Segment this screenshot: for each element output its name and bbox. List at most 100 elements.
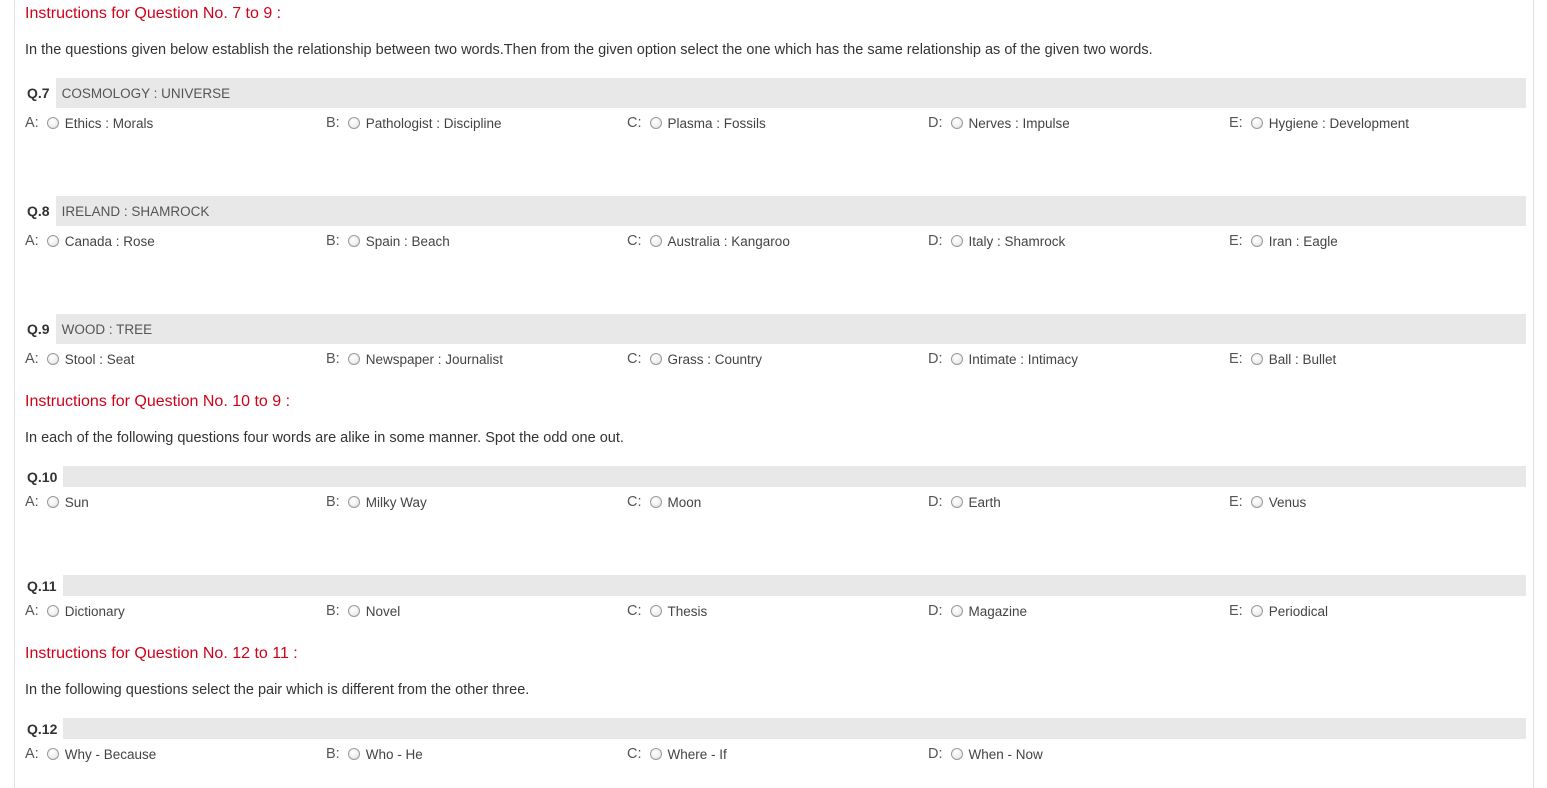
radio-button[interactable]: [46, 605, 59, 617]
instructions-text: In the questions given below establish t…: [25, 42, 1153, 58]
radio-button[interactable]: [649, 235, 662, 247]
question-header-q12: Q.12: [25, 718, 1526, 739]
radio-button[interactable]: [1250, 605, 1263, 617]
option-q11-b[interactable]: B: Novel: [326, 603, 400, 619]
radio-button[interactable]: [649, 117, 662, 129]
option-letter: D:: [928, 351, 943, 367]
option-text: Australia : Kangaroo: [667, 233, 790, 249]
option-q11-c[interactable]: C: Thesis: [627, 603, 707, 619]
option-q12-d[interactable]: D: When - Now: [928, 746, 1043, 762]
option-q10-a[interactable]: A: Sun: [25, 494, 89, 510]
radio-button[interactable]: [950, 748, 963, 760]
radio-button[interactable]: [950, 496, 963, 508]
option-letter: E:: [1229, 115, 1243, 131]
radio-button[interactable]: [46, 235, 59, 247]
radio-button[interactable]: [1250, 235, 1263, 247]
option-letter: D:: [928, 746, 943, 762]
radio-button[interactable]: [649, 353, 662, 365]
radio-button[interactable]: [649, 748, 662, 760]
option-letter: E:: [1229, 603, 1243, 619]
option-letter: A:: [25, 603, 39, 619]
radio-button[interactable]: [46, 748, 59, 760]
radio-button[interactable]: [1250, 496, 1263, 508]
option-q10-e[interactable]: E: Venus: [1229, 494, 1306, 510]
option-letter: C:: [627, 603, 642, 619]
option-letter: C:: [627, 351, 642, 367]
instructions-title: Instructions for Question No. 7 to 9 :: [25, 5, 282, 22]
option-text: Canada : Rose: [64, 233, 155, 249]
radio-button[interactable]: [347, 496, 360, 508]
option-q9-d[interactable]: D: Intimate : Intimacy: [928, 351, 1078, 367]
option-q8-b[interactable]: B: Spain : Beach: [326, 233, 450, 249]
option-q8-c[interactable]: C: Australia : Kangaroo: [627, 233, 790, 249]
option-q12-a[interactable]: A: Why - Because: [25, 746, 156, 762]
option-text: Thesis: [667, 603, 708, 619]
option-q8-e[interactable]: E: Iran : Eagle: [1229, 233, 1338, 249]
option-letter: C:: [627, 233, 642, 249]
option-letter: A:: [25, 233, 39, 249]
option-text: Grass : Country: [667, 351, 763, 367]
option-letter: B:: [326, 494, 340, 510]
option-text: Magazine: [968, 603, 1028, 619]
radio-button[interactable]: [649, 496, 662, 508]
option-letter: B:: [326, 233, 340, 249]
option-q10-d[interactable]: D: Earth: [928, 494, 1001, 510]
option-q7-d[interactable]: D: Nerves : Impulse: [928, 115, 1070, 131]
question-header-q7: Q.7 COSMOLOGY : UNIVERSE: [25, 78, 1526, 108]
option-letter: D:: [928, 603, 943, 619]
radio-button[interactable]: [649, 605, 662, 617]
option-q9-e[interactable]: E: Ball : Bullet: [1229, 351, 1336, 367]
option-text: When - Now: [968, 746, 1043, 762]
option-q11-d[interactable]: D: Magazine: [928, 603, 1027, 619]
option-q10-b[interactable]: B: Milky Way: [326, 494, 427, 510]
option-letter: A:: [25, 494, 39, 510]
option-q9-b[interactable]: B: Newspaper : Journalist: [326, 351, 503, 367]
radio-button[interactable]: [347, 117, 360, 129]
option-letter: C:: [627, 494, 642, 510]
option-q7-a[interactable]: A: Ethics : Morals: [25, 115, 153, 131]
radio-button[interactable]: [46, 496, 59, 508]
option-q12-c[interactable]: C: Where - If: [627, 746, 727, 762]
option-letter: D:: [928, 233, 943, 249]
instructions-title: Instructions for Question No. 10 to 9 :: [25, 393, 291, 410]
radio-button[interactable]: [347, 235, 360, 247]
question-number: Q.10: [25, 466, 64, 487]
option-q8-a[interactable]: A: Canada : Rose: [25, 233, 155, 249]
option-q9-a[interactable]: A: Stool : Seat: [25, 351, 135, 367]
option-q7-e[interactable]: E: Hygiene : Development: [1229, 115, 1409, 131]
radio-button[interactable]: [950, 117, 963, 129]
radio-button[interactable]: [950, 353, 963, 365]
option-q7-c[interactable]: C: Plasma : Fossils: [627, 115, 766, 131]
option-text: Periodical: [1268, 603, 1328, 619]
option-q11-e[interactable]: E: Periodical: [1229, 603, 1328, 619]
question-number: Q.12: [25, 718, 64, 739]
radio-button[interactable]: [347, 353, 360, 365]
radio-button[interactable]: [46, 117, 59, 129]
option-q10-c[interactable]: C: Moon: [627, 494, 701, 510]
option-q7-b[interactable]: B: Pathologist : Discipline: [326, 115, 502, 131]
option-q12-b[interactable]: B: Who - He: [326, 746, 423, 762]
question-number: Q.7: [25, 78, 56, 108]
option-letter: A:: [25, 115, 39, 131]
question-number: Q.9: [25, 314, 56, 344]
radio-button[interactable]: [347, 605, 360, 617]
option-letter: A:: [25, 746, 39, 762]
option-q11-a[interactable]: A: Dictionary: [25, 603, 125, 619]
radio-button[interactable]: [46, 353, 59, 365]
option-letter: E:: [1229, 494, 1243, 510]
option-letter: E:: [1229, 233, 1243, 249]
question-header-q11: Q.11: [25, 575, 1526, 596]
option-q8-d[interactable]: D: Italy : Shamrock: [928, 233, 1065, 249]
option-q9-c[interactable]: C: Grass : Country: [627, 351, 762, 367]
option-text: Stool : Seat: [64, 351, 135, 367]
radio-button[interactable]: [347, 748, 360, 760]
option-text: Nerves : Impulse: [968, 115, 1070, 131]
radio-button[interactable]: [950, 605, 963, 617]
question-header-q10: Q.10: [25, 466, 1526, 487]
radio-button[interactable]: [1250, 117, 1263, 129]
option-text: Dictionary: [64, 603, 125, 619]
radio-button[interactable]: [950, 235, 963, 247]
option-text: Milky Way: [365, 494, 427, 510]
radio-button[interactable]: [1250, 353, 1263, 365]
question-header-q9: Q.9 WOOD : TREE: [25, 314, 1526, 344]
